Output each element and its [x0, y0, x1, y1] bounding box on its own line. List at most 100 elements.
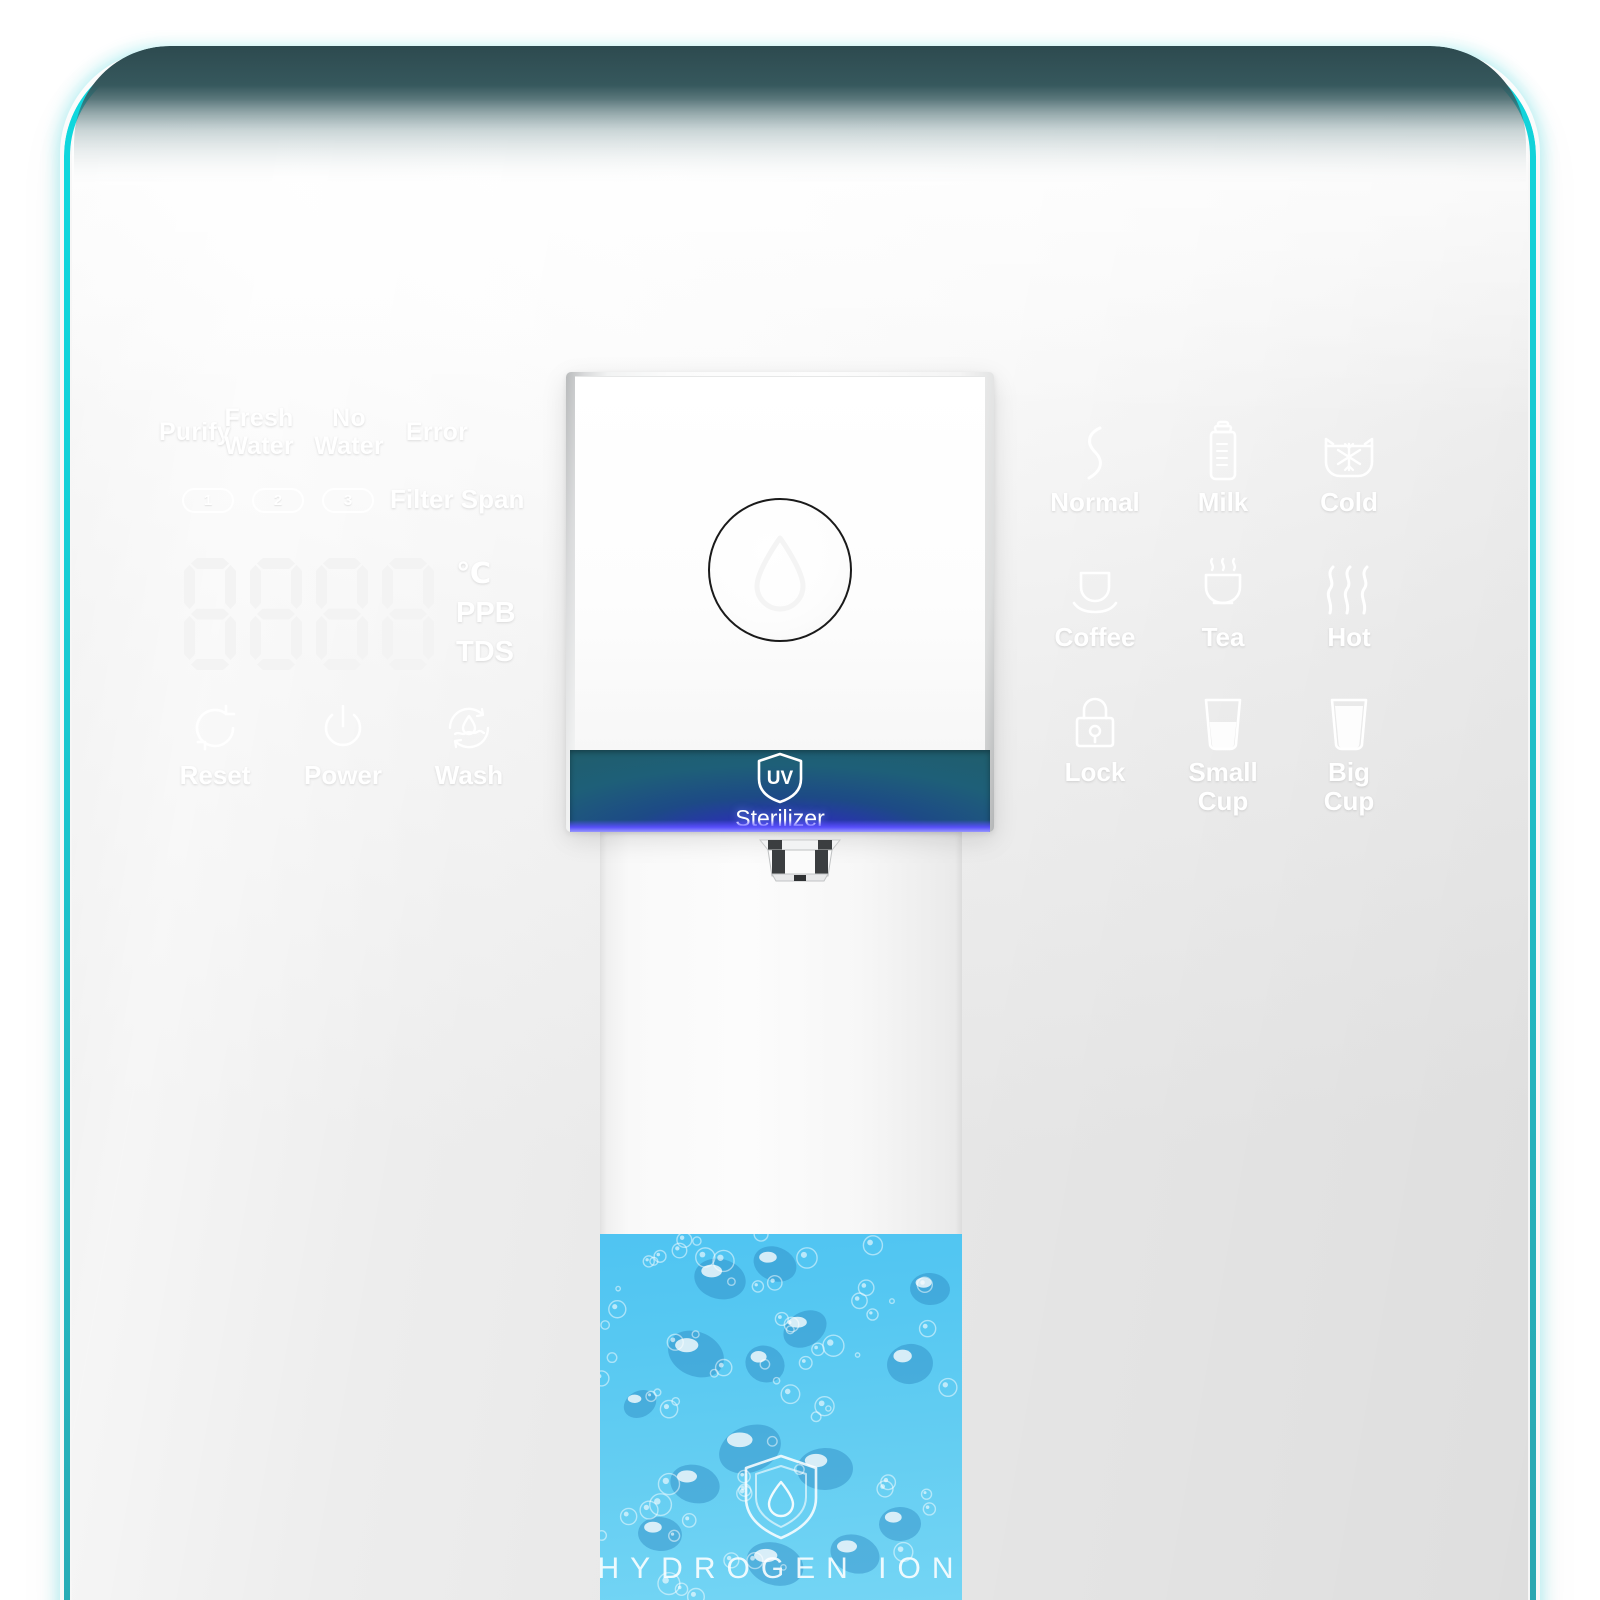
wash-icon: [414, 700, 524, 756]
bubble-small-highlight: [675, 1246, 680, 1251]
segment-b: [291, 565, 302, 609]
water-nozzle: [758, 839, 842, 882]
bubble-small-highlight: [787, 1320, 792, 1325]
cold-button[interactable]: Cold: [1284, 420, 1414, 517]
segment-c: [291, 616, 302, 660]
bubble-small: [814, 1395, 835, 1417]
filter-span-label: Filter Span: [390, 484, 525, 514]
segment-g: [257, 608, 295, 620]
filter-span-pill-3: 3: [322, 488, 374, 513]
bubble-small: [854, 1352, 861, 1358]
segment-g: [191, 608, 229, 620]
bubble-shape: [745, 1345, 785, 1383]
full-glass-icon: [1284, 690, 1414, 752]
power-button[interactable]: Power: [288, 700, 398, 791]
bubble-small-highlight: [670, 1337, 676, 1343]
bubble-small: [822, 1334, 845, 1357]
bubble-small-highlight: [942, 1382, 948, 1388]
big-cup-button[interactable]: Big Cup: [1284, 690, 1414, 816]
water-drop-icon: [754, 535, 806, 612]
segment-g: [389, 608, 427, 620]
half-glass-icon: [1158, 690, 1288, 752]
tea-button[interactable]: Tea: [1158, 555, 1288, 652]
display-units: ℃ PPB TDS: [456, 555, 516, 672]
coffee-cup-icon: [1030, 555, 1160, 617]
bubble-small-highlight: [717, 1254, 724, 1261]
uv-sterilizer-band[interactable]: UV Sterilizer: [570, 750, 990, 832]
milk-button[interactable]: Milk: [1158, 420, 1288, 517]
steam-waves-icon: [1284, 555, 1414, 617]
brand-block: HYDROGEN ION: [600, 1450, 962, 1600]
segment-e: [382, 616, 393, 660]
segment-b: [423, 565, 434, 609]
cold-label: Cold: [1320, 487, 1378, 517]
bubble-small-highlight: [854, 1296, 860, 1301]
bubble-highlight: [893, 1349, 912, 1363]
water-bubbles-panel: HYDROGEN ION: [600, 1234, 962, 1600]
dispense-button[interactable]: [708, 498, 852, 642]
status-indicator-error: Error: [405, 418, 469, 446]
normal-button[interactable]: Normal: [1030, 420, 1160, 517]
lock-button[interactable]: Lock: [1030, 690, 1160, 787]
uv-shield-icon: UV: [757, 752, 803, 804]
bubble-highlight: [627, 1394, 642, 1403]
seven-segment-digit: [382, 558, 434, 670]
segment-a: [389, 558, 427, 569]
bubble-shape: [887, 1343, 933, 1385]
uv-underglow: [570, 820, 990, 832]
padlock-icon: [1030, 690, 1160, 752]
bubble-small-highlight: [679, 1235, 685, 1240]
bubble-small: [866, 1308, 879, 1321]
segment-d: [191, 659, 229, 670]
coffee-label: Coffee: [1054, 622, 1136, 652]
seven-segment-display: [184, 558, 444, 670]
bubble-small-highlight: [784, 1388, 791, 1395]
segment-f: [184, 565, 195, 609]
bubble-small-highlight: [645, 1258, 649, 1262]
seven-segment-digit: [316, 558, 368, 670]
tea-cup-icon: [1158, 555, 1288, 617]
bubble-shape: [910, 1272, 950, 1306]
bubble-small: [798, 1355, 813, 1370]
bubble-small: [692, 1236, 702, 1246]
bubble-small-highlight: [922, 1323, 928, 1329]
bubble-small-highlight: [867, 1239, 873, 1246]
wash-label: Wash: [434, 760, 504, 790]
bubble-small-highlight: [777, 1315, 782, 1319]
status-indicator-row: Purify Fresh Water No Water Error: [159, 404, 560, 466]
bubble-small-highlight: [656, 1252, 661, 1257]
bubble-small: [659, 1399, 679, 1419]
bubble-small: [606, 1352, 618, 1364]
filter-span-pill-2: 2: [252, 488, 304, 513]
segment-c: [357, 616, 368, 660]
segment-e: [184, 616, 195, 660]
bubble-highlight: [726, 1432, 753, 1448]
coffee-button[interactable]: Coffee: [1030, 555, 1160, 652]
bubble-small: [600, 1370, 610, 1387]
wash-button[interactable]: Wash: [414, 700, 524, 791]
bubble-small-highlight: [920, 1280, 925, 1285]
segment-d: [389, 659, 427, 670]
status-indicator-cluster: Purify Fresh Water No Water Error 123 Filter …: [159, 404, 560, 536]
bubble-small: [753, 1234, 769, 1242]
segment-d: [257, 659, 295, 670]
big-cup-label: Big Cup: [1323, 757, 1375, 816]
filter-span-row: 123 Filter Span: [160, 484, 560, 536]
bubble-small: [888, 1298, 895, 1305]
bubble-small-highlight: [600, 1374, 602, 1379]
power-icon: [288, 700, 398, 756]
uv-badge-text: UV: [767, 768, 794, 789]
reset-button[interactable]: Reset: [160, 700, 270, 791]
bubble-small-highlight: [612, 1304, 618, 1310]
bubble-small-highlight: [814, 1345, 818, 1350]
bubble-small: [642, 1255, 655, 1268]
hot-button[interactable]: Hot: [1284, 555, 1414, 652]
segment-e: [316, 616, 327, 660]
bubble-small: [938, 1377, 958, 1398]
seven-segment-digit: [184, 558, 236, 670]
small-cup-button[interactable]: Small Cup: [1158, 690, 1288, 816]
segment-f: [250, 565, 261, 609]
bubble-highlight: [759, 1251, 777, 1263]
segment-g: [323, 608, 361, 620]
segment-f: [316, 565, 327, 609]
